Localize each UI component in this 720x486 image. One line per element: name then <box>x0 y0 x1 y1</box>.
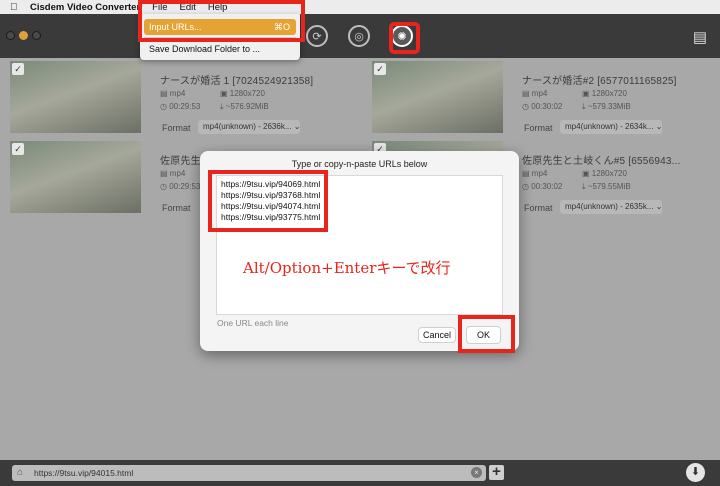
video-size: ⤓ ~579.33MiB <box>582 102 631 111</box>
video-resolution: ▣ 1280x720 <box>582 169 627 178</box>
app-name-menu[interactable]: Cisdem Video Converter <box>30 2 140 13</box>
video-thumbnail <box>372 61 503 133</box>
video-format-type: ▤ mp4 <box>160 169 186 178</box>
menu-item-save-download-folder[interactable]: Save Download Folder to ... <box>144 41 296 57</box>
home-icon[interactable]: ⌂ <box>17 467 23 478</box>
format-label: Format <box>524 123 553 133</box>
format-label: Format <box>162 203 191 213</box>
format-label: Format <box>524 203 553 213</box>
url-bottom-bar: ⌂ https://9tsu.vip/94015.html × + ⬇ <box>0 460 720 486</box>
window-zoom-button[interactable] <box>32 31 41 40</box>
highlight-box-file-menu <box>138 0 305 42</box>
video-checkbox[interactable]: ✓ <box>12 63 24 75</box>
video-format-type: ▤ mp4 <box>160 89 186 98</box>
video-format-type: ▤ mp4 <box>522 169 548 178</box>
add-url-button[interactable]: + <box>489 464 504 480</box>
video-title: ナースが婚活#2 [6577011165825] <box>522 76 677 87</box>
cancel-button[interactable]: Cancel <box>418 327 456 343</box>
video-duration: ◷ 00:30:02 <box>522 102 563 111</box>
video-resolution: ▣ 1280x720 <box>220 89 265 98</box>
video-card: ✓ ナースが婚活 1 [7024524921358] ▤ mp4 ▣ 1280x… <box>0 61 360 134</box>
annotation-text: Alt/Option+Enterキーで改行 <box>243 259 451 277</box>
format-select[interactable]: mp4(unknown) - 2634k... ⌄ <box>560 120 662 134</box>
format-label: Format <box>162 123 191 133</box>
video-format-type: ▤ mp4 <box>522 89 548 98</box>
apple-icon[interactable]:  <box>10 2 22 13</box>
convert-tab-icon[interactable]: ⟳ <box>306 25 328 47</box>
highlight-box-ok <box>458 315 515 353</box>
dialog-title: Type or copy-n-paste URLs below <box>291 159 428 169</box>
url-input-value: https://9tsu.vip/94015.html <box>34 468 134 478</box>
download-icon[interactable]: ⬇ <box>686 463 705 482</box>
video-checkbox[interactable]: ✓ <box>12 143 24 155</box>
app-toolbar: ⟳ ◎ ✺ ▤ <box>0 14 720 58</box>
video-list-icon[interactable]: ▤ <box>689 28 711 46</box>
video-resolution: ▣ 1280x720 <box>582 89 627 98</box>
video-duration: ◷ 00:29:53 <box>160 182 201 191</box>
video-size: ⤓ ~576.92MiB <box>220 102 269 111</box>
video-size: ⤓ ~579.55MiB <box>582 182 631 191</box>
video-thumbnail <box>10 61 141 133</box>
window-close-button[interactable] <box>6 31 15 40</box>
video-duration: ◷ 00:30:02 <box>522 182 563 191</box>
video-checkbox[interactable]: ✓ <box>374 63 386 75</box>
rip-tab-icon[interactable]: ◎ <box>348 25 370 47</box>
video-card: ✓ ナースが婚活#2 [6577011165825] ▤ mp4 ▣ 1280x… <box>362 61 720 134</box>
dialog-hint: One URL each line <box>217 318 289 328</box>
video-duration: ◷ 00:29:53 <box>160 102 201 111</box>
format-select[interactable]: mp4(unknown) - 2635k... ⌄ <box>560 200 662 214</box>
menubar:  Cisdem Video Converter File Edit Help <box>0 0 720 14</box>
window-minimize-button[interactable] <box>19 31 28 40</box>
video-title: ナースが婚活 1 [7024524921358] <box>160 76 314 87</box>
video-title: 佐原先生と土岐くん#5 [6556943... <box>522 156 681 167</box>
highlight-box-download-tab <box>389 22 420 54</box>
format-select[interactable]: mp4(unknown) - 2636k... ⌄ <box>198 120 300 134</box>
url-input[interactable]: ⌂ https://9tsu.vip/94015.html × <box>12 465 486 481</box>
video-thumbnail <box>10 141 141 213</box>
highlight-box-urls <box>208 170 328 232</box>
clear-icon[interactable]: × <box>471 467 482 478</box>
